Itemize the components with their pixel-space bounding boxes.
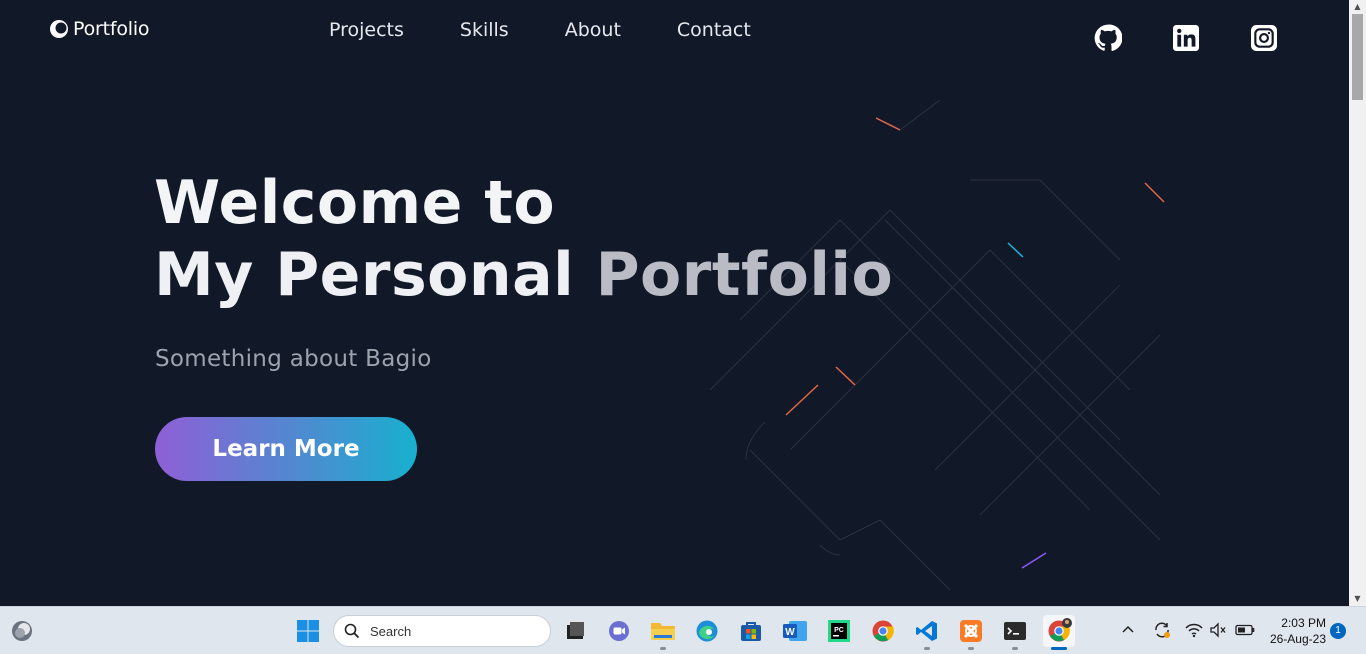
battery-icon[interactable] bbox=[1235, 624, 1255, 636]
nav-link-skills[interactable]: Skills bbox=[460, 19, 509, 41]
svg-text:W: W bbox=[785, 627, 795, 638]
hero-title-line-2: My Personal Portfolio bbox=[154, 239, 893, 311]
browser-page: Portfolio Projects Skills About Contact … bbox=[0, 0, 1349, 606]
edge-taskbar-icon[interactable] bbox=[691, 615, 723, 647]
teams-meet-taskbar-icon[interactable] bbox=[603, 615, 635, 647]
word-taskbar-icon[interactable]: W bbox=[779, 615, 811, 647]
file-manager-taskbar-icon[interactable] bbox=[559, 615, 591, 647]
clock-time: 2:03 PM bbox=[1281, 616, 1326, 630]
nav-link-contact[interactable]: Contact bbox=[677, 19, 751, 41]
volume-muted-icon[interactable] bbox=[1209, 622, 1227, 638]
scroll-up-arrow-icon[interactable]: ▲ bbox=[1349, 0, 1366, 14]
taskbar-search-box[interactable]: Search bbox=[333, 615, 551, 647]
file-explorer-taskbar-icon[interactable] bbox=[647, 615, 679, 650]
active-indicator bbox=[1051, 647, 1067, 650]
brand-name: Portfolio bbox=[73, 18, 150, 40]
brand-logo-icon bbox=[50, 20, 68, 38]
search-icon bbox=[344, 623, 360, 639]
scroll-down-arrow-icon[interactable]: ▼ bbox=[1349, 592, 1366, 606]
hero-title-line-2-part-2: Portfolio bbox=[595, 240, 894, 310]
nav-link-projects[interactable]: Projects bbox=[329, 19, 404, 41]
chrome-taskbar-icon[interactable] bbox=[867, 615, 899, 647]
vscode-taskbar-icon[interactable] bbox=[911, 615, 943, 650]
running-indicator bbox=[968, 647, 974, 650]
windows-start-icon[interactable] bbox=[296, 619, 320, 643]
windows-taskbar: Search W PC 2:03 PM 26-Aug-23 1 bbox=[0, 606, 1366, 654]
hero-title-line-2-part-1: My Personal bbox=[154, 240, 596, 310]
chrome-profile-taskbar-icon[interactable] bbox=[1043, 615, 1075, 650]
svg-text:PC: PC bbox=[834, 627, 844, 634]
terminal-taskbar-icon[interactable] bbox=[999, 615, 1031, 650]
nav-link-about[interactable]: About bbox=[565, 19, 621, 41]
system-tray bbox=[1121, 621, 1255, 639]
hero-title-line-1: Welcome to bbox=[154, 168, 556, 238]
weather-widget-icon[interactable] bbox=[10, 619, 34, 643]
hero-subtitle: Something about Bagio bbox=[155, 346, 432, 372]
running-indicator bbox=[660, 647, 666, 650]
chevron-up-icon[interactable] bbox=[1121, 623, 1135, 637]
taskbar-clock[interactable]: 2:03 PM 26-Aug-23 bbox=[1262, 615, 1326, 647]
linkedin-icon[interactable] bbox=[1172, 24, 1200, 52]
github-icon[interactable] bbox=[1094, 24, 1122, 52]
search-placeholder: Search bbox=[370, 623, 412, 639]
store-taskbar-icon[interactable] bbox=[735, 615, 767, 647]
notification-badge[interactable]: 1 bbox=[1330, 623, 1346, 639]
running-indicator bbox=[924, 647, 930, 650]
scrollbar-thumb[interactable] bbox=[1352, 14, 1363, 100]
clock-date: 26-Aug-23 bbox=[1269, 632, 1326, 646]
main-nav: Projects Skills About Contact bbox=[329, 19, 751, 41]
hero-title: Welcome to My Personal Portfolio bbox=[154, 167, 893, 311]
running-indicator bbox=[1012, 647, 1018, 650]
page-scrollbar[interactable]: ▲ ▼ bbox=[1349, 0, 1366, 606]
sync-icon[interactable] bbox=[1153, 621, 1171, 639]
instagram-icon[interactable] bbox=[1250, 24, 1278, 52]
wifi-icon[interactable] bbox=[1185, 622, 1203, 638]
social-links bbox=[1094, 24, 1278, 52]
xampp-taskbar-icon[interactable] bbox=[955, 615, 987, 650]
pycharm-taskbar-icon[interactable]: PC bbox=[823, 615, 855, 647]
learn-more-button[interactable]: Learn More bbox=[155, 417, 417, 481]
brand-logo-link[interactable]: Portfolio bbox=[49, 18, 150, 40]
